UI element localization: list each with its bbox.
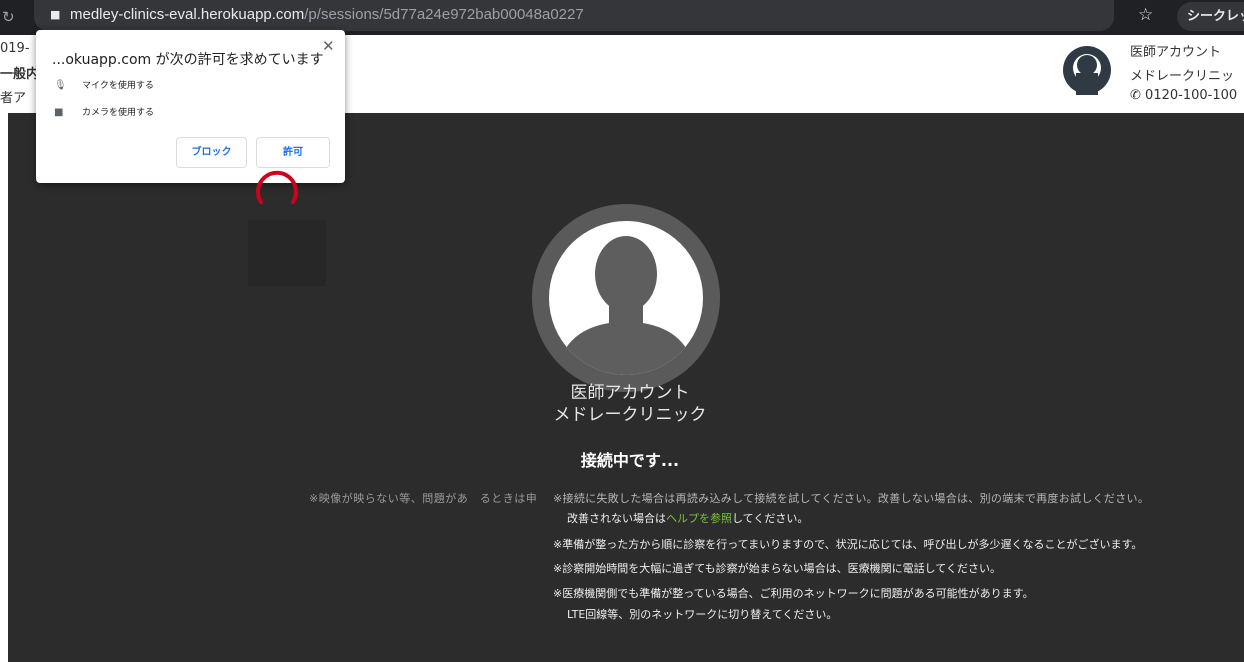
permission-item-camera: ■ カメラを使用する (54, 105, 154, 118)
url-text[interactable]: medley-clinics-eval.herokuapp.com/p/sess… (70, 6, 584, 23)
lock-icon[interactable]: ■ (50, 8, 60, 21)
highlight-circle-annotation (256, 170, 298, 204)
doctor-large-avatar-icon (532, 204, 720, 392)
help-prefix: 改善されない場合は (567, 512, 666, 525)
notice-order: ※準備が整った方から順に診察を行ってまいりますので、状況に応じては、呼び出しが多… (553, 538, 1143, 551)
header-phone: ✆ 0120-100-100 (1130, 88, 1237, 103)
permission-title: ...okuapp.com が次の許可を求めています (52, 52, 324, 68)
bookmark-star-icon[interactable]: ☆ (1138, 5, 1153, 25)
phone-icon: ✆ (1130, 88, 1141, 103)
close-icon[interactable]: ✕ (322, 37, 335, 55)
notice-network-switch: LTE回線等、別のネットワークに切り替えてください。 (567, 608, 838, 621)
microphone-icon: 🎙 (54, 80, 67, 91)
self-video-preview (248, 220, 326, 286)
url-path: /p/sessions/5d77a24e972bab00048a0227 (304, 6, 584, 23)
permission-mic-label: マイクを使用する (82, 81, 154, 91)
header-phone-number: 0120-100-100 (1145, 88, 1238, 103)
notice-overlap-a: ※映像が映らない等、問題があ るときは申 (309, 492, 538, 505)
doctor-avatar-icon (1063, 46, 1111, 95)
reload-icon[interactable]: ↻ (2, 8, 15, 26)
help-notice: 改善されない場合はヘルプを参照してください。 (567, 510, 808, 526)
header-dept-fragment: 一般内 (0, 67, 40, 82)
url-host: medley-clinics-eval.herokuapp.com (70, 6, 305, 23)
help-link[interactable]: ヘルプを参照 (666, 512, 732, 525)
permission-dialog: ...okuapp.com が次の許可を求めています ✕ 🎙 マイクを使用する ■… (36, 30, 345, 183)
notice-network: ※医療機関側でも準備が整っている場合、ご利用のネットワークに問題がある可能性があ… (553, 587, 1034, 600)
video-clinic-name: メドレークリニック (553, 405, 707, 425)
camera-icon: ■ (54, 107, 64, 118)
permission-camera-label: カメラを使用する (82, 108, 155, 118)
header-date-fragment: 019- (0, 41, 30, 56)
notice-overlap-b: ※接続に失敗した場合は再読み込みして接続を試してください。改善しない場合は、別の… (553, 492, 1150, 505)
header-doctor-title: 医師アカウント (1130, 45, 1222, 60)
help-suffix: してください。 (732, 512, 809, 525)
header-clinic-name: メドレークリニッ (1130, 69, 1235, 84)
notice-late-start: ※診察開始時間を大幅に過ぎても診察が始まらない場合は、医療機関に電話してください… (553, 562, 1002, 575)
block-button[interactable]: ブロック (176, 137, 247, 168)
incognito-profile-button[interactable]: シークレッ (1177, 2, 1244, 31)
connection-status: 接続中です... (580, 451, 680, 470)
permission-item-mic: 🎙 マイクを使用する (54, 78, 154, 91)
header-patient-fragment: 者ア (0, 91, 27, 106)
